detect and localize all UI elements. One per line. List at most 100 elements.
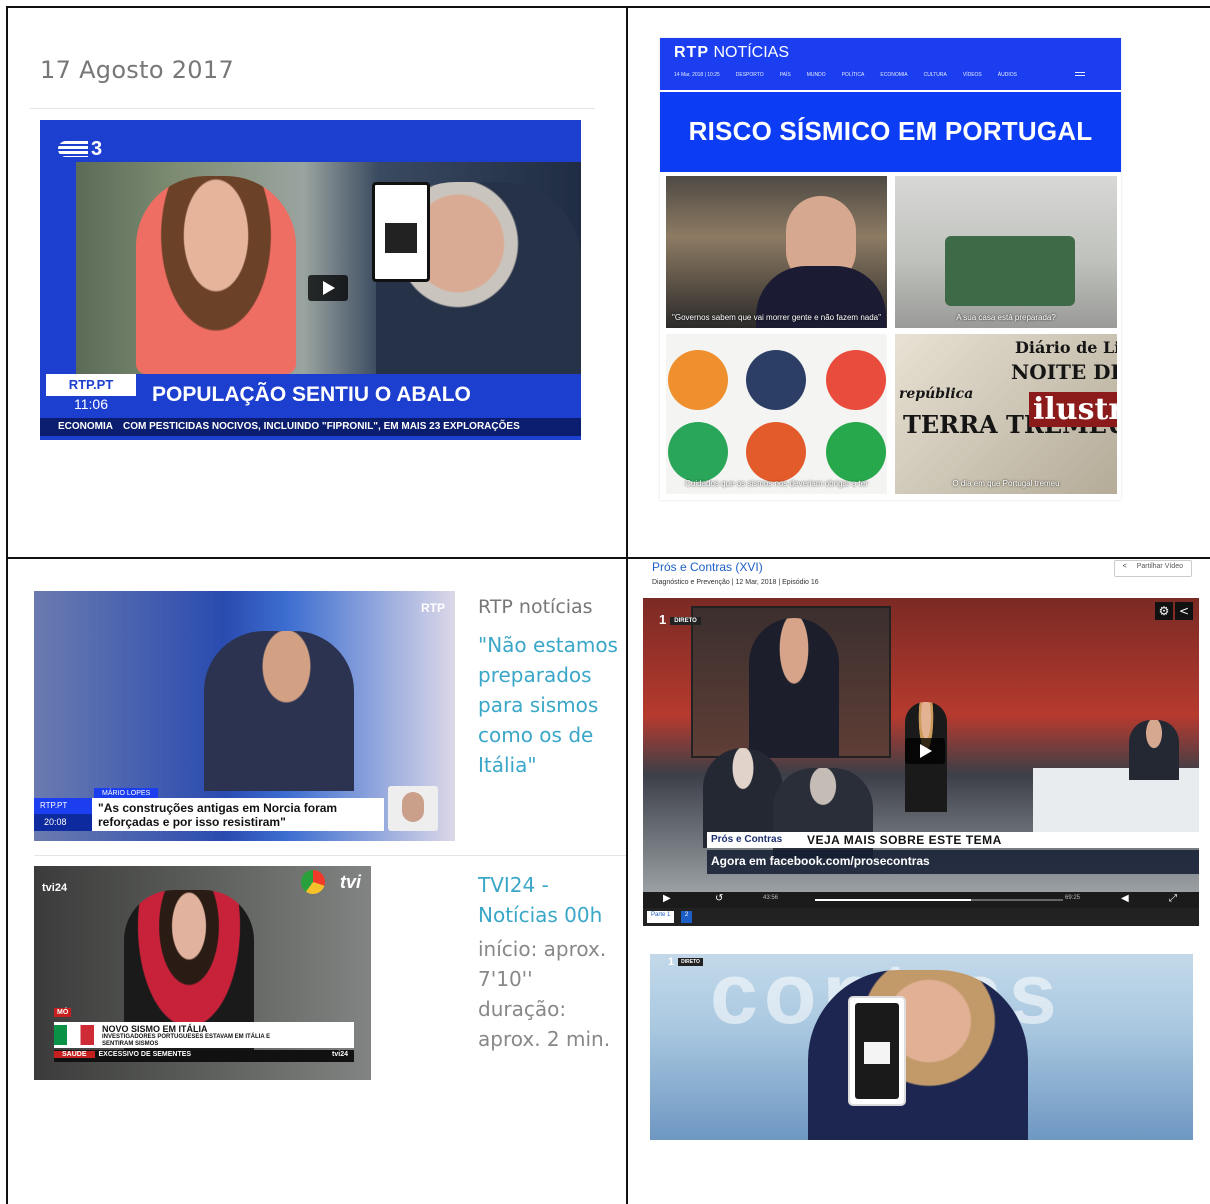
share-video-button[interactable]: < Partilhar Vídeo <box>1113 560 1192 577</box>
facebook-banner: Agora em facebook.com/prosecontras <box>707 850 1199 874</box>
tile-cuidados[interactable]: Cuidados que os sismos nos deveriam obri… <box>666 334 887 494</box>
rtp3-logo: 3 <box>58 138 102 161</box>
guest <box>204 631 354 791</box>
rtp-bars-icon <box>58 141 88 157</box>
newspaper-masthead: Diário de Lisboa <box>1015 338 1117 357</box>
part-2-tab[interactable]: 2 <box>681 911 693 923</box>
tvi24-video[interactable]: tvi24 tvi MÓ NOVO SISMO EM ITÁLIA INVEST… <box>34 866 371 1080</box>
nav-politica[interactable]: POLÍTICA <box>842 72 865 78</box>
grid-divider-vertical <box>626 6 628 1204</box>
tile-newspapers[interactable]: Diário de Lisboa NOITE DE PÂ república T… <box>895 334 1117 494</box>
nav-desporto[interactable]: DESPORTO <box>736 72 764 78</box>
source-quote-link[interactable]: "Não estamos preparados para sismos como… <box>478 630 618 780</box>
grid-border-top <box>6 6 1210 8</box>
source2-start: início: aprox. 7'10'' <box>478 937 607 991</box>
source2-info: início: aprox. 7'10'' duração: aprox. 2 … <box>478 934 618 1054</box>
preparedness-card <box>372 182 430 282</box>
volume-icon[interactable]: ◀ <box>1121 893 1129 904</box>
episode-subtitle: Diagnóstico e Prevenção | 12 Mar, 2018 |… <box>652 579 819 586</box>
nav-mundo[interactable]: MUNDO <box>807 72 826 78</box>
progress-fill <box>815 899 972 901</box>
first-aid-icon <box>826 350 886 410</box>
replay-icon[interactable]: ↺ <box>715 893 723 904</box>
presenter <box>136 176 296 374</box>
nav-pais[interactable]: PAÍS <box>780 72 791 78</box>
pros-contras-player[interactable]: 1 DIRETO ⚙ < Prós e Contras VEJA MAIS SOBR… <box>643 598 1199 926</box>
player-header: Prós e Contras (XVI) Diagnóstico e Preve… <box>652 560 1198 598</box>
italy-flag-icon <box>54 1025 94 1045</box>
part-1-tab[interactable]: Parte 1 <box>647 911 675 923</box>
rtp-nav: 14 Mar, 2018 | 10:25 DESPORTO PAÍS MUNDO… <box>674 72 1017 78</box>
tile-casa[interactable]: A sua casa está preparada? <box>895 176 1117 328</box>
rtp-logo[interactable]: RTP NOTÍCIAS <box>674 44 789 62</box>
source2-title: TVI24 - Notícias 00h <box>478 873 603 927</box>
program-tag: Prós e Contras <box>711 834 783 845</box>
building-icon <box>668 350 728 410</box>
tile-caption: Cuidados que os sismos nos deveriam obri… <box>685 479 868 488</box>
brand-label: RTP.PT <box>34 798 92 814</box>
channel-number: 1 <box>668 956 675 968</box>
grid-divider-horizontal <box>6 557 1210 559</box>
news-ticker: SAÚDE EXCESSIVO DE SEMENTES tvi24 <box>54 1050 354 1062</box>
channel-number: 3 <box>91 138 103 160</box>
special-banner: RISCO SÍSMICO EM PORTUGAL <box>660 92 1121 172</box>
source2-title-link[interactable]: TVI24 - Notícias 00h <box>478 870 618 930</box>
ticker-tag: ECONOMIA <box>58 421 113 432</box>
nav-date: 14 Mar, 2018 | 10:25 <box>674 72 720 78</box>
sign-language-interpreter <box>388 786 438 831</box>
tvi-logo: tvi <box>339 872 361 892</box>
logo-rest: NOTÍCIAS <box>713 44 790 61</box>
lower-third-subline: INVESTIGADORES PORTUGUESES ESTAVAM EM IT… <box>102 1034 271 1047</box>
lower-third: NOVO SISMO EM ITÁLIA INVESTIGADORES PORT… <box>54 1022 354 1048</box>
rtp3-video[interactable]: 3 RTP.PT 11:06 POPULAÇÃO SENTIU O ABALO … <box>40 120 581 440</box>
rtp-interview-video[interactable]: RTP MÁRIO LOPES RTP.PT 20:08 "As constru… <box>34 591 455 841</box>
nav-economia[interactable]: ECONOMIA <box>880 72 907 78</box>
newspaper-ilustra: ilustra <box>1029 392 1117 427</box>
mo-badge: MÓ <box>54 1008 72 1017</box>
lower-third-text: VEJA MAIS SOBRE ESTE TEMA <box>807 833 1002 847</box>
play-icon[interactable] <box>905 738 945 764</box>
newspaper-headline: NOITE DE PÂ <box>1011 360 1117 384</box>
fullscreen-icon[interactable]: ⤢ <box>1169 893 1177 904</box>
nav-cultura[interactable]: CULTURA <box>924 72 947 78</box>
presenter <box>808 970 1028 1140</box>
preparedness-card <box>848 996 906 1106</box>
progress-bar[interactable] <box>815 899 1063 901</box>
rtp1-logo: 1 DIRETO <box>668 956 703 968</box>
share-icon[interactable]: < <box>1175 602 1193 620</box>
exit-run-icon <box>746 350 806 410</box>
assembly-point-icon <box>668 422 728 482</box>
channel-number: 1 <box>659 612 667 627</box>
rtp-logo: RTP <box>421 601 445 615</box>
studio-screen <box>691 606 891 758</box>
tile-caption: A sua casa está preparada? <box>956 313 1056 322</box>
nav-videos[interactable]: VÍDEOS <box>963 72 982 78</box>
current-time: 43:56 <box>763 895 779 901</box>
tile-governos[interactable]: "Governos sabem que vai morrer gente e n… <box>666 176 887 328</box>
tvi24-logo: tvi24 <box>42 882 68 894</box>
source-label: RTP notícias <box>478 596 593 618</box>
section-separator <box>34 855 626 856</box>
hamburger-menu-icon[interactable] <box>1075 72 1085 78</box>
video-headline: POPULAÇÃO SENTIU O ABALO <box>136 374 581 416</box>
lower-third: Prós e Contras VEJA MAIS SOBRE ESTE TEMA <box>707 832 1199 848</box>
live-badge: DIRETO <box>678 958 703 966</box>
quote-caption: "As construções antigas em Norcia foram … <box>92 798 384 831</box>
program-title[interactable]: Prós e Contras (XVI) <box>652 560 763 574</box>
pros-contras-still[interactable]: contras 1DIRETO <box>650 954 1193 1140</box>
settings-icon[interactable]: ⚙ <box>1155 602 1173 620</box>
rtp1-logo: 1 DIRETO <box>659 612 701 627</box>
post-date: 17 Agosto 2017 <box>40 56 235 84</box>
play-icon[interactable] <box>308 275 348 301</box>
panelist <box>1129 720 1179 780</box>
ticker-text: COM PESTICIDAS NOCIVOS, INCLUINDO "FIPRO… <box>123 421 520 432</box>
ticker-text: EXCESSIVO DE SEMENTES <box>98 1051 192 1058</box>
news-ticker: ECONOMIA COM PESTICIDAS NOCIVOS, INCLUIND… <box>40 418 581 436</box>
play-control-icon[interactable]: ▶ <box>663 893 671 904</box>
rtp-header: RTP NOTÍCIAS 14 Mar, 2018 | 10:25 DESPOR… <box>660 38 1121 90</box>
rtp-noticias-page: RTP NOTÍCIAS 14 Mar, 2018 | 10:25 DESPOR… <box>660 38 1121 500</box>
total-time: 69:25 <box>1065 895 1081 901</box>
no-elevator-icon <box>746 422 806 482</box>
nav-audios[interactable]: ÁUDIOS <box>998 72 1017 78</box>
room-bed <box>945 236 1075 306</box>
